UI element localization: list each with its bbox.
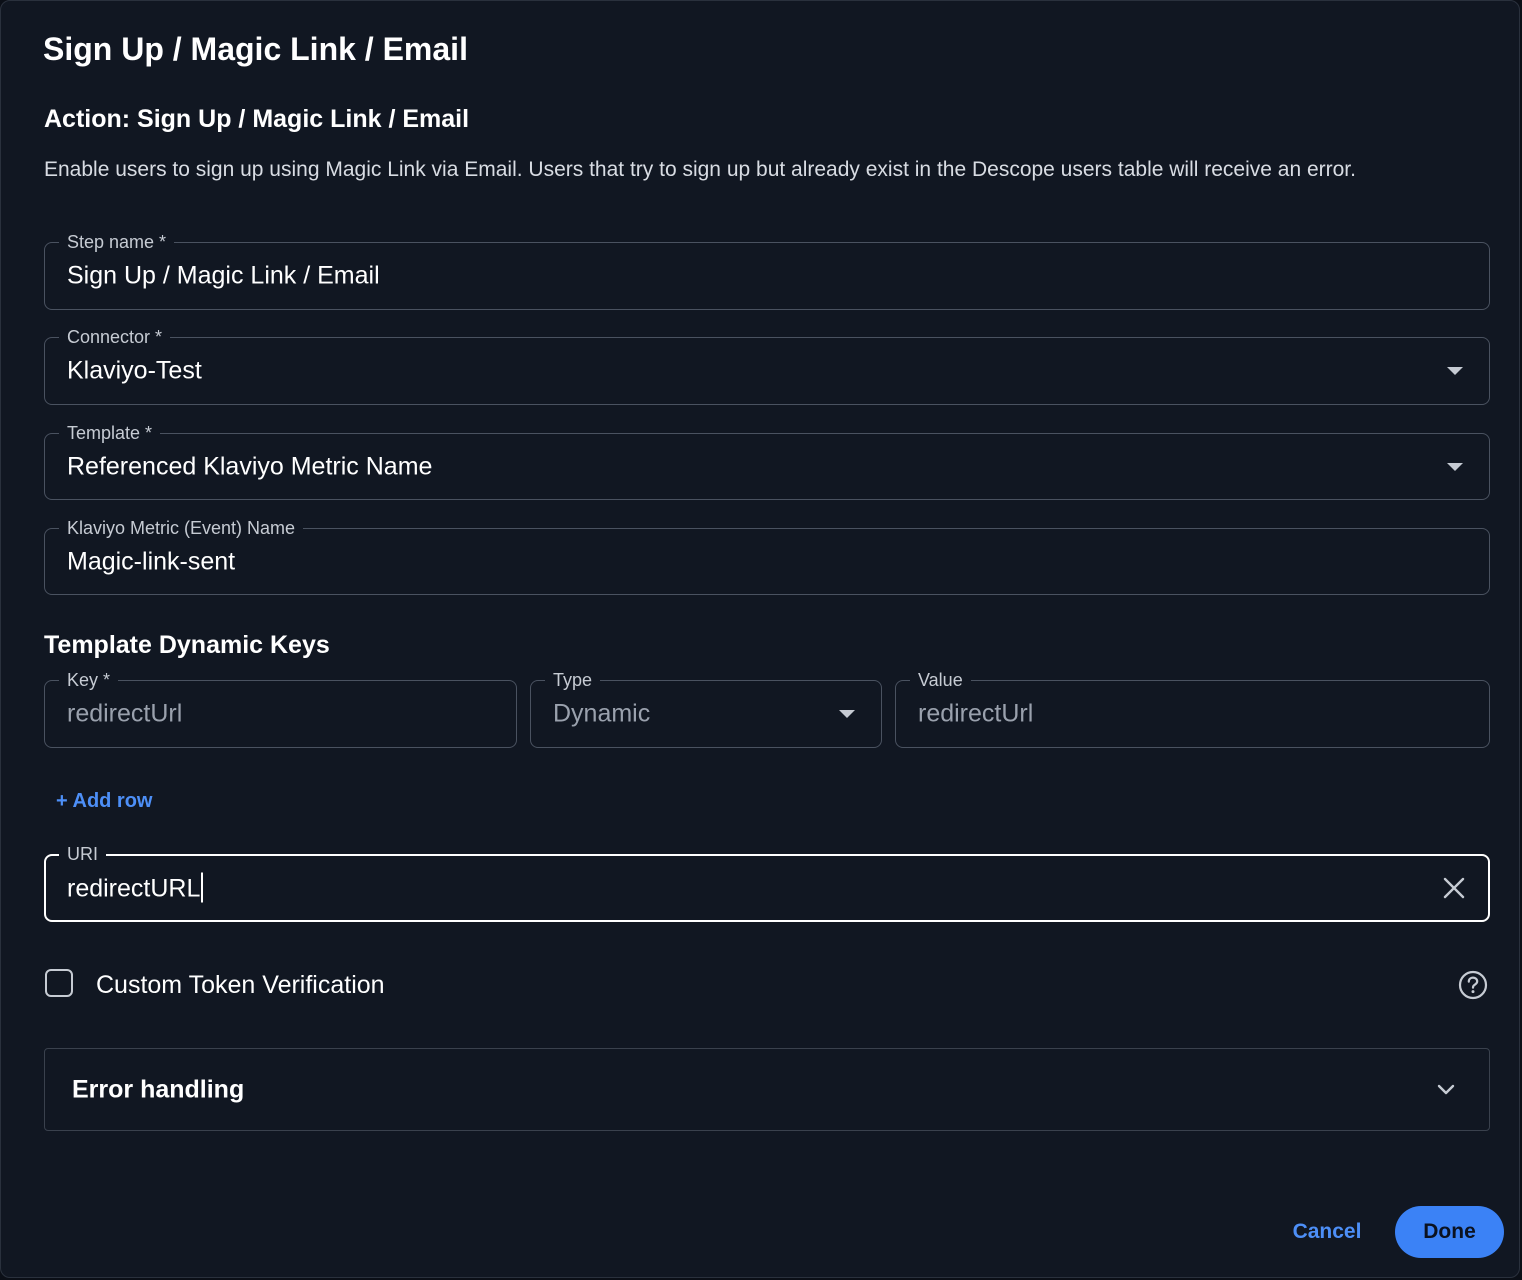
- error-handling-accordion[interactable]: Error handling: [44, 1048, 1490, 1131]
- value-label: Value: [910, 668, 971, 692]
- dynamic-keys-title: Template Dynamic Keys: [44, 631, 330, 659]
- help-icon[interactable]: [1457, 969, 1489, 1001]
- step-name-label: Step name *: [59, 230, 175, 254]
- template-label: Template *: [59, 421, 161, 445]
- done-button[interactable]: Done: [1395, 1206, 1504, 1258]
- add-row-button[interactable]: + Add row: [56, 790, 152, 813]
- custom-token-checkbox[interactable]: [45, 969, 73, 997]
- cancel-button[interactable]: Cancel: [1279, 1206, 1375, 1258]
- text-cursor: [201, 872, 204, 903]
- caret-down-icon[interactable]: [839, 710, 855, 718]
- template-select[interactable]: Template * Referenced Klaviyo Metric Nam…: [44, 421, 1490, 500]
- step-name-value[interactable]: Sign Up / Magic Link / Email: [67, 262, 380, 291]
- key-value[interactable]: redirectUrl: [67, 700, 182, 729]
- close-icon[interactable]: [1442, 876, 1466, 900]
- uri-field[interactable]: URI redirectURL: [44, 842, 1490, 922]
- template-value[interactable]: Referenced Klaviyo Metric Name: [67, 452, 432, 481]
- uri-label: URI: [59, 842, 106, 866]
- custom-token-label[interactable]: Custom Token Verification: [96, 971, 385, 1000]
- metric-name-label: Klaviyo Metric (Event) Name: [59, 516, 304, 540]
- dialog-title: Sign Up / Magic Link / Email: [43, 31, 468, 67]
- action-description: Enable users to sign up using Magic Link…: [44, 158, 1356, 181]
- connector-select[interactable]: Connector * Klaviyo-Test: [44, 325, 1490, 405]
- error-handling-label: Error handling: [72, 1075, 245, 1103]
- step-config-dialog: Sign Up / Magic Link / Email Action: Sig…: [0, 0, 1520, 1278]
- uri-input[interactable]: redirectURL: [67, 872, 204, 904]
- chevron-down-icon[interactable]: [1435, 1079, 1457, 1101]
- uri-value: redirectURL: [67, 874, 201, 903]
- metric-name-value[interactable]: Magic-link-sent: [67, 547, 235, 576]
- caret-down-icon[interactable]: [1447, 367, 1463, 375]
- metric-name-field[interactable]: Klaviyo Metric (Event) Name Magic-link-s…: [44, 516, 1490, 595]
- connector-label: Connector *: [59, 325, 171, 349]
- value-value[interactable]: redirectUrl: [918, 700, 1033, 729]
- action-title: Action: Sign Up / Magic Link / Email: [44, 105, 470, 133]
- type-label: Type: [545, 668, 601, 692]
- key-field[interactable]: Key * redirectUrl: [44, 668, 517, 748]
- value-field[interactable]: Value redirectUrl: [895, 668, 1490, 748]
- key-label: Key *: [59, 668, 119, 692]
- caret-down-icon[interactable]: [1447, 462, 1463, 471]
- step-name-field[interactable]: Step name * Sign Up / Magic Link / Email: [44, 230, 1490, 310]
- type-select[interactable]: Type Dynamic: [530, 668, 882, 748]
- connector-value[interactable]: Klaviyo-Test: [67, 357, 202, 386]
- type-value[interactable]: Dynamic: [553, 700, 650, 729]
